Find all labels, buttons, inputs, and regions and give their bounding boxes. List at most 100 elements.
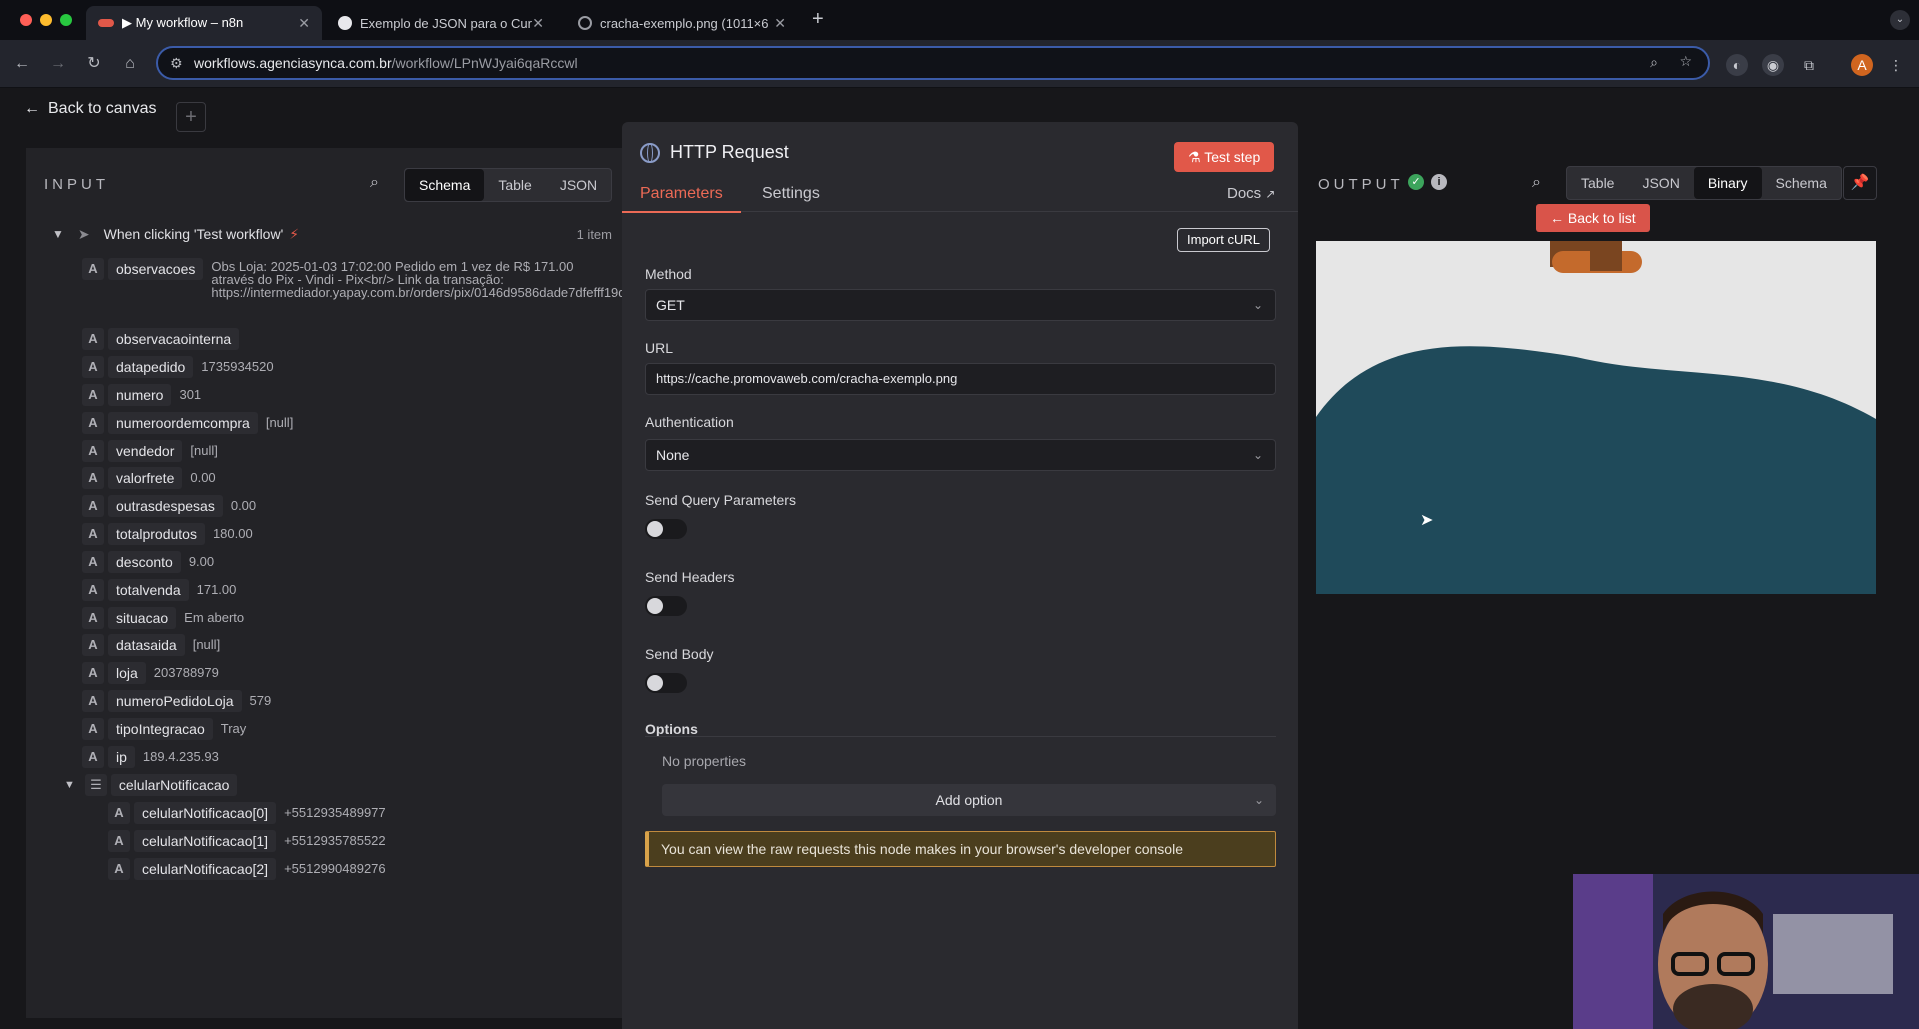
chrome-extension-icon[interactable]: ◉ (1762, 54, 1784, 76)
add-option-select[interactable]: Add option ⌄ (662, 784, 1276, 816)
field-key: numeroPedidoLoja (108, 690, 242, 712)
browser-menu-icon[interactable]: ⋮ (1885, 54, 1907, 76)
chevron-down-icon[interactable]: ▼ (64, 774, 75, 796)
forward-nav-icon[interactable]: → (48, 54, 68, 74)
schema-field-row[interactable]: Aoutrasdespesas 0.00 (82, 495, 256, 517)
url-field[interactable]: ⚙ workflows.agenciasynca.com.br/workflow… (156, 46, 1710, 80)
search-icon[interactable]: ⌕ (1532, 174, 1541, 192)
tab-label: Exemplo de JSON para o Cur (360, 15, 532, 31)
field-key: celularNotificacao[2] (134, 858, 277, 880)
test-step-button[interactable]: ⚗ Test step (1174, 142, 1275, 172)
string-type-icon: A (82, 440, 104, 462)
site-settings-icon[interactable]: ⚙ (170, 55, 183, 72)
tab-settings[interactable]: Settings (762, 185, 820, 213)
schema-field-row[interactable]: Avalorfrete 0.00 (82, 467, 216, 489)
url-input[interactable]: https://cache.promovaweb.com/cracha-exem… (645, 363, 1276, 395)
binary-image-preview (1316, 241, 1876, 594)
schema-field-row[interactable]: Asituacao Em aberto (82, 607, 244, 629)
field-value: 301 (179, 387, 202, 402)
schema-field-row[interactable]: Aobservacoes Obs Loja: 2025-01-03 17:02:0… (82, 258, 622, 299)
back-to-canvas-button[interactable]: ← Back to canvas (24, 100, 157, 118)
schema-field-row[interactable]: Anumero 301 (82, 384, 201, 406)
authentication-select[interactable]: None ⌄ (645, 439, 1276, 471)
input-panel: INPUT ⌕ Schema Table JSON ▼ ➤ When click… (26, 148, 622, 1018)
close-tab-icon[interactable]: ✕ (774, 15, 786, 32)
tab-label: cracha-exemplo.png (1011×6 (600, 15, 769, 31)
home-icon[interactable]: ⌂ (120, 54, 140, 74)
view-json[interactable]: JSON (546, 169, 611, 201)
method-select[interactable]: GET ⌄ (645, 289, 1276, 321)
extension-icon[interactable]: ◐ (1726, 54, 1748, 76)
reload-icon[interactable]: ↻ (84, 54, 104, 74)
search-icon[interactable]: ⌕ (370, 174, 379, 192)
docs-link[interactable]: Docs ↗ (1227, 185, 1275, 202)
tab-parameters[interactable]: Parameters (622, 185, 741, 213)
close-tab-icon[interactable]: ✕ (532, 15, 544, 32)
docs-label: Docs (1227, 185, 1262, 202)
field-key: valorfrete (108, 467, 183, 489)
schema-field-row[interactable]: AcelularNotificacao[2] +5512990489276 (108, 858, 386, 880)
back-to-list-button[interactable]: ← Back to list (1536, 204, 1650, 232)
schema-field-row[interactable]: Adatasaida [null] (82, 634, 220, 656)
maximize-window-button[interactable] (60, 14, 72, 26)
send-query-toggle[interactable] (645, 519, 687, 539)
developer-console-notice: You can view the raw requests this node … (645, 831, 1276, 867)
mouse-cursor-icon: ➤ (1420, 512, 1434, 529)
add-node-button[interactable]: + (176, 102, 206, 132)
field-value: +5512935489977 (284, 805, 386, 820)
close-window-button[interactable] (20, 14, 32, 26)
input-panel-title: INPUT (44, 176, 109, 193)
string-type-icon: A (82, 746, 104, 768)
bookmark-star-icon[interactable]: ☆ (1679, 53, 1692, 70)
chevron-down-icon: ⌄ (1253, 793, 1264, 807)
info-icon[interactable]: i (1431, 174, 1447, 190)
tab-menu-icon[interactable]: ⌄ (1890, 10, 1910, 30)
url-label: URL (645, 340, 674, 356)
method-value: GET (656, 297, 685, 313)
view-json[interactable]: JSON (1628, 167, 1693, 199)
schema-field-row[interactable]: Aip 189.4.235.93 (82, 746, 219, 768)
import-curl-button[interactable]: Import cURL (1177, 228, 1270, 252)
pin-data-button[interactable]: 📌 (1843, 166, 1877, 200)
schema-field-row[interactable]: Aobservacaointerna (82, 328, 247, 350)
chevron-down-icon[interactable]: ▼ (52, 227, 64, 241)
avatar[interactable]: A (1851, 54, 1873, 76)
trigger-node-row[interactable]: ▼ ➤ When clicking 'Test workflow' ⚡ 1 it… (52, 222, 612, 246)
back-nav-icon[interactable]: ← (12, 54, 32, 74)
zoom-icon[interactable]: ⌕ (1650, 54, 1658, 71)
chevron-down-icon: ⌄ (1252, 298, 1263, 312)
string-type-icon: A (82, 551, 104, 573)
schema-field-row[interactable]: AcelularNotificacao[0] +5512935489977 (108, 802, 386, 824)
field-value: Tray (220, 721, 247, 736)
field-key: totalvenda (108, 579, 189, 601)
close-tab-icon[interactable]: ✕ (298, 15, 310, 32)
schema-field-row[interactable]: Atotalvenda 171.00 (82, 579, 236, 601)
view-table[interactable]: Table (484, 169, 545, 201)
schema-field-row[interactable]: AcelularNotificacao[1] +5512935785522 (108, 830, 386, 852)
schema-field-row[interactable]: Atotalprodutos 180.00 (82, 523, 253, 545)
browser-tab-github[interactable]: Exemplo de JSON para o Cur ✕ (326, 6, 556, 40)
browser-tab-n8n[interactable]: ▶ My workflow – n8n ✕ (86, 6, 322, 40)
arrow-left-icon: ← (1550, 210, 1564, 226)
minimize-window-button[interactable] (40, 14, 52, 26)
view-binary[interactable]: Binary (1693, 167, 1762, 199)
view-table[interactable]: Table (1567, 167, 1628, 199)
send-headers-toggle[interactable] (645, 596, 687, 616)
string-type-icon: A (108, 802, 130, 824)
schema-field-row[interactable]: Adesconto 9.00 (82, 551, 214, 573)
schema-field-row[interactable]: Avendedor [null] (82, 440, 218, 462)
view-schema[interactable]: Schema (405, 169, 485, 201)
schema-field-row[interactable]: Aloja 203788979 (82, 662, 219, 684)
send-body-toggle[interactable] (645, 673, 687, 693)
view-schema[interactable]: Schema (1762, 167, 1841, 199)
schema-field-row[interactable]: AnumeroPedidoLoja 579 (82, 690, 271, 712)
extensions-puzzle-icon[interactable]: ⧉ (1798, 54, 1820, 76)
array-field-row[interactable]: ▼ ☰ celularNotificacao (64, 774, 245, 796)
schema-field-row[interactable]: Anumeroordemcompra [null] (82, 412, 293, 434)
browser-tab-image[interactable]: cracha-exemplo.png (1011×6 ✕ (566, 6, 798, 40)
schema-field-row[interactable]: AtipoIntegracao Tray (82, 718, 246, 740)
new-tab-button[interactable]: + (812, 8, 824, 31)
field-value: 171.00 (196, 582, 237, 597)
field-value: 180.00 (212, 526, 253, 541)
schema-field-row[interactable]: Adatapedido 1735934520 (82, 356, 274, 378)
